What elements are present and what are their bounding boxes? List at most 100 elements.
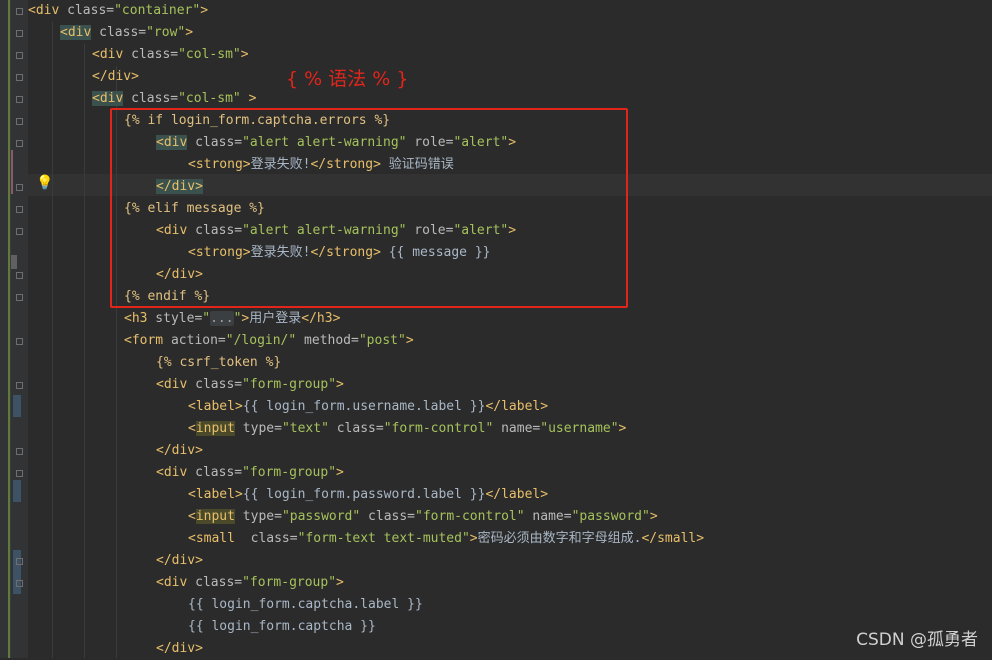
code-token: < — [188, 421, 196, 436]
code-token: class= — [328, 421, 384, 436]
code-token: <div — [156, 575, 188, 590]
code-token: > — [185, 25, 194, 40]
fold-toggle-icon[interactable] — [16, 74, 23, 81]
code-token: "container" — [114, 3, 201, 18]
change-marker — [11, 255, 17, 269]
fold-toggle-icon[interactable] — [16, 558, 23, 565]
fold-toggle-icon[interactable] — [16, 140, 23, 147]
code-line: </div> — [156, 440, 203, 462]
code-line: <div class="row"> — [60, 22, 193, 44]
change-marker — [13, 395, 21, 417]
code-line: <div class="col-sm"> — [92, 44, 249, 66]
code-token: {{ login_form.username.label }} — [242, 399, 486, 414]
code-token: "col-sm" — [178, 47, 241, 62]
indent-guide — [52, 22, 53, 658]
code-line: </div> — [156, 638, 203, 660]
code-token: 用户登录 — [249, 311, 302, 326]
code-token: > — [336, 575, 344, 590]
code-token: "post" — [358, 333, 406, 348]
fold-toggle-icon[interactable] — [16, 30, 23, 37]
code-token: "username" — [540, 421, 619, 436]
code-token: name= — [524, 509, 572, 524]
code-token: "form-group" — [242, 377, 337, 392]
fold-toggle-icon[interactable] — [16, 118, 23, 125]
fold-toggle-icon[interactable] — [16, 448, 23, 455]
code-token: class= — [59, 3, 115, 18]
fold-toggle-icon[interactable] — [16, 470, 23, 477]
code-token: </div> — [156, 443, 203, 458]
code-token: <label> — [188, 487, 243, 502]
code-token: > — [200, 3, 209, 18]
code-token: input — [195, 509, 235, 524]
code-token: <div — [92, 47, 124, 62]
code-token: class= — [91, 25, 147, 40]
change-marker — [13, 550, 21, 594]
lightbulb-icon[interactable]: 💡 — [36, 175, 53, 191]
annotation-label: { % 语法 % } — [286, 68, 409, 90]
annotation-box — [110, 108, 628, 308]
code-line: <input type="password" class="form-contr… — [188, 506, 658, 528]
code-token: name= — [493, 421, 541, 436]
code-token: <div — [92, 91, 124, 106]
watermark: CSDN @孤勇者 — [856, 630, 978, 650]
code-token: <div — [156, 377, 188, 392]
code-token: class= — [360, 509, 416, 524]
code-token: {% csrf_token %} — [156, 355, 282, 370]
code-token: "col-sm" — [178, 91, 241, 106]
code-token: action= — [163, 333, 226, 348]
code-token: <form — [124, 333, 164, 348]
fold-toggle-icon[interactable] — [16, 272, 23, 279]
fold-toggle-icon[interactable] — [16, 52, 23, 59]
code-token: 密码必须由数字和字母组成. — [477, 531, 642, 546]
code-editor[interactable]: <div class="container"> <div class="row">… — [0, 0, 992, 658]
code-line: <small class="form-text text-muted">密码必须… — [188, 528, 704, 550]
code-token: class= — [187, 377, 243, 392]
fold-toggle-icon[interactable] — [16, 96, 23, 103]
code-token: type= — [234, 509, 282, 524]
code-token: <small — [188, 531, 235, 546]
code-token: </small> — [641, 531, 705, 546]
indent-guide — [84, 44, 85, 658]
code-token: class= — [234, 531, 298, 546]
fold-toggle-icon[interactable] — [16, 580, 23, 587]
fold-toggle-icon[interactable] — [16, 382, 23, 389]
code-token: > — [336, 377, 344, 392]
code-token: > — [469, 531, 478, 546]
code-token: "form-control" — [383, 421, 494, 436]
code-token: "form-group" — [242, 575, 337, 590]
code-line: <h3 style="...">用户登录</h3> — [124, 308, 340, 330]
code-line: </div> — [156, 550, 203, 572]
fold-toggle-icon[interactable] — [16, 184, 23, 191]
code-line: <div class="container"> — [28, 0, 208, 22]
code-token: ... — [210, 311, 234, 326]
code-line: {{ login_form.captcha.label }} — [188, 594, 423, 616]
code-token: {{ login_form.password.label }} — [242, 487, 486, 502]
code-token: "/login/" — [225, 333, 297, 348]
code-token: <div — [156, 465, 188, 480]
code-area[interactable]: <div class="container"> <div class="row">… — [28, 0, 992, 658]
code-token: </div> — [156, 553, 203, 568]
fold-toggle-icon[interactable] — [16, 228, 23, 235]
code-token: > — [240, 47, 249, 62]
fold-toggle-icon[interactable] — [16, 206, 23, 213]
fold-toggle-icon[interactable] — [16, 338, 23, 345]
code-token: class= — [123, 91, 179, 106]
gutter-divider — [10, 0, 11, 658]
code-token: <div — [60, 25, 92, 40]
code-line: <form action="/login/" method="post"> — [124, 330, 414, 352]
code-line: </div> — [92, 66, 139, 88]
code-token: <label> — [188, 399, 243, 414]
code-token: input — [195, 421, 235, 436]
code-token: type= — [234, 421, 282, 436]
editor-gutter[interactable] — [0, 0, 28, 658]
code-line: {% csrf_token %} — [156, 352, 281, 374]
code-token: style= — [147, 311, 203, 326]
code-token: </label> — [485, 487, 549, 502]
change-marker — [13, 480, 21, 502]
code-token: "row" — [146, 25, 186, 40]
code-token: {{ login_form.captcha }} — [188, 619, 376, 634]
change-marker — [8, 0, 10, 658]
fold-toggle-icon[interactable] — [16, 294, 23, 301]
fold-toggle-icon[interactable] — [16, 8, 23, 15]
code-token: </label> — [485, 399, 549, 414]
